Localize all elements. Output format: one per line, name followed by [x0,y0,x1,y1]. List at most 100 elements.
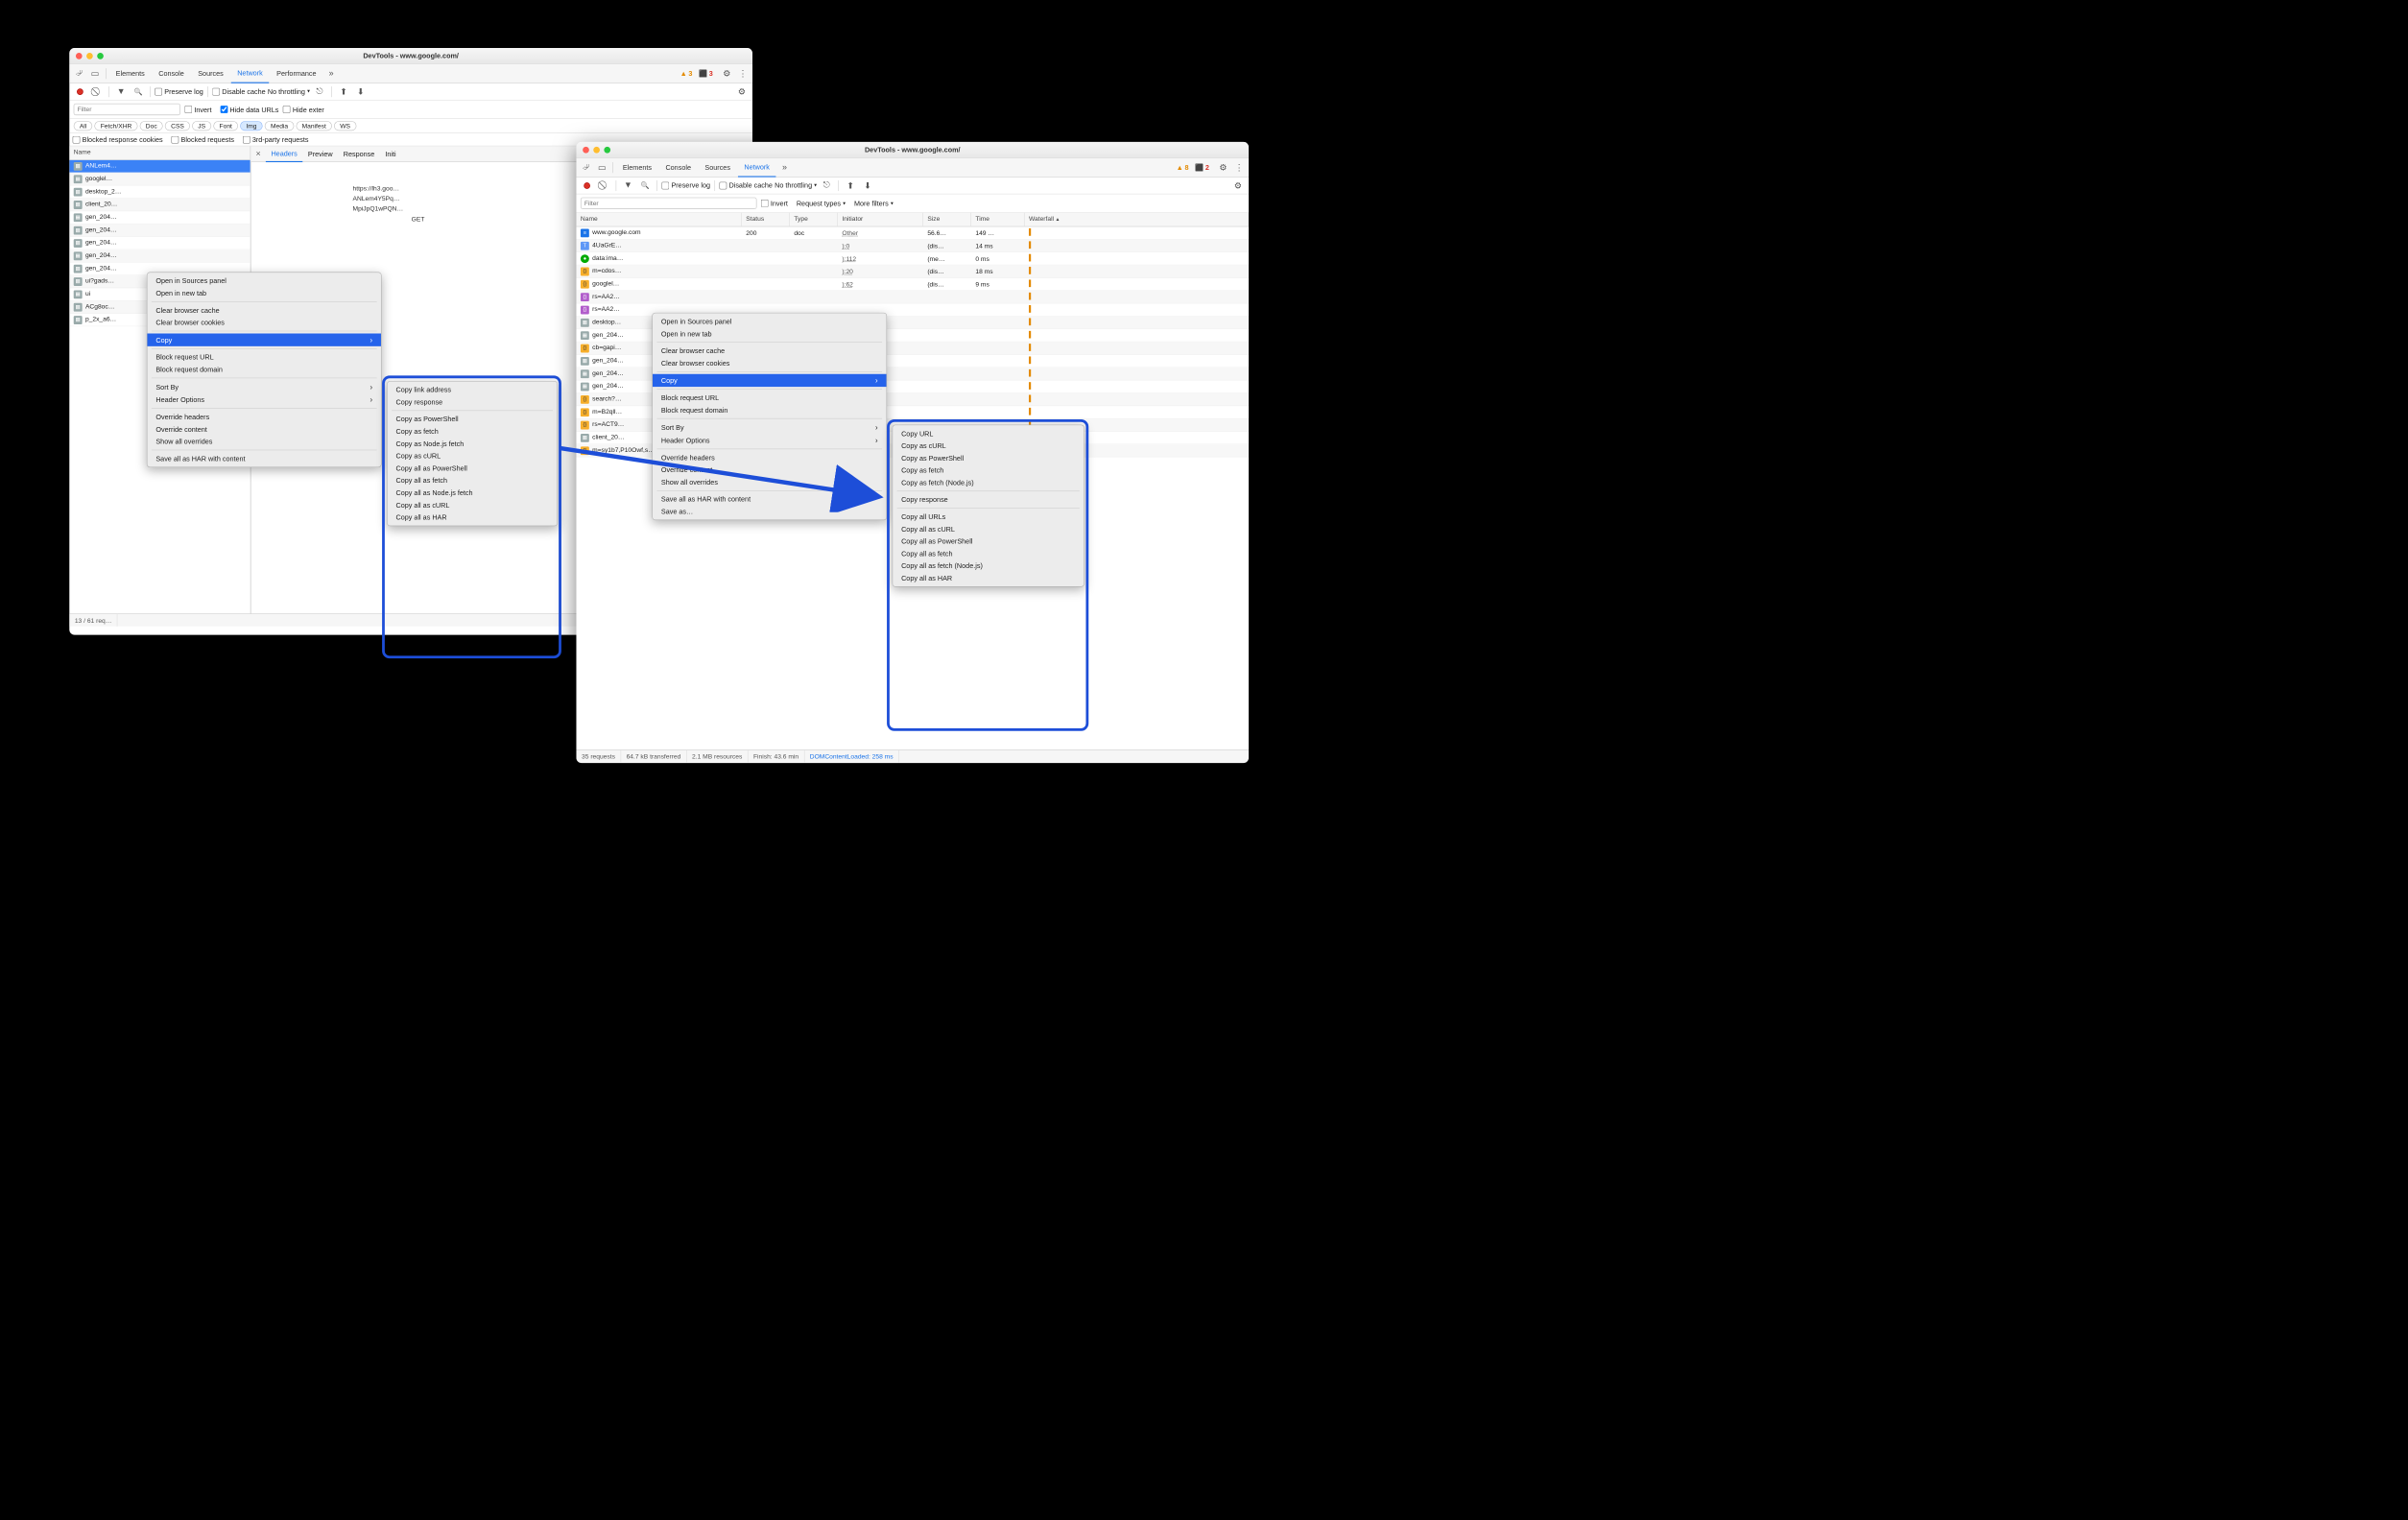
chip-all[interactable]: All [74,121,93,131]
traffic-lights[interactable] [576,147,610,154]
menu-icon[interactable] [735,66,751,82]
col-status[interactable]: Status [742,213,790,226]
chip-font[interactable]: Font [213,121,238,131]
tab-elements[interactable]: Elements [109,63,151,83]
request-row[interactable]: ▦gen_204… [69,249,250,262]
request-row[interactable]: ≡www.google.com 200 doc Other 56.6… 149 … [576,226,1249,239]
preserve-log-checkbox[interactable]: Preserve log [661,181,710,189]
submenu-item[interactable]: Copy all as fetch (Node.js) [893,559,1084,572]
disable-cache-checkbox[interactable]: Disable cache [212,87,265,95]
warnings-badge[interactable]: ▲ 8 [1177,163,1189,171]
download-har-icon[interactable] [860,178,875,193]
close-icon[interactable] [76,53,83,59]
menu-override-headers[interactable]: Override headers [147,411,381,423]
chip-css[interactable]: CSS [165,121,190,131]
menu-clear-cookies[interactable]: Clear browser cookies [653,357,887,369]
traffic-lights[interactable] [69,53,104,59]
inspect-icon[interactable] [579,160,594,176]
tab-console[interactable]: Console [659,157,698,177]
network-conditions-icon[interactable] [312,84,327,100]
blocked-response-cookies-checkbox[interactable]: Blocked response cookies [73,135,163,143]
upload-har-icon[interactable] [843,178,858,193]
menu-override-content[interactable]: Override content [147,423,381,436]
warnings-badge[interactable]: ▲ 3 [680,69,693,77]
filter-icon[interactable]: ▼ [621,178,636,193]
request-row[interactable]: {}googlel… ):62 (dis… 9 ms [576,278,1249,291]
minimize-icon[interactable] [593,147,600,154]
submenu-item[interactable]: Copy all as HAR [388,511,558,524]
menu-save-as[interactable]: Save as… [653,506,887,518]
col-waterfall[interactable]: Waterfall [1025,213,1250,226]
cell-initiator[interactable]: ):62 [838,280,923,288]
subtab-initiator[interactable]: Initi [380,146,401,162]
menu-sort-by[interactable]: Sort By [147,380,381,392]
tab-console[interactable]: Console [153,63,191,83]
submenu-item[interactable]: Copy URL [893,427,1084,439]
network-settings-icon[interactable] [734,84,750,100]
submenu-item[interactable]: Copy link address [388,384,558,396]
menu-block-url[interactable]: Block request URL [147,351,381,364]
submenu-item[interactable]: Copy all as PowerShell [388,462,558,474]
chip-ws[interactable]: WS [334,121,356,131]
submenu-item[interactable]: Copy all as fetch [388,474,558,487]
request-row[interactable]: ▦googlel… [69,173,250,185]
tab-sources[interactable]: Sources [192,63,230,83]
tab-network[interactable]: Network [738,157,776,177]
tab-performance[interactable]: Performance [271,63,323,83]
context-menu-left[interactable]: Open in Sources panel Open in new tab Cl… [147,273,382,467]
request-row[interactable]: ▦gen_204… [69,237,250,249]
submenu-item[interactable]: Copy as cURL [388,450,558,463]
clear-icon[interactable] [597,178,612,193]
submenu-item[interactable]: Copy response [388,396,558,409]
submenu-item[interactable]: Copy all as Node.js fetch [388,487,558,499]
invert-checkbox[interactable]: Invert [761,200,788,207]
close-icon[interactable] [583,147,589,154]
menu-open-new-tab[interactable]: Open in new tab [653,327,887,340]
hide-data-urls-checkbox[interactable]: Hide data URLs [220,106,278,113]
subtab-response[interactable]: Response [338,146,380,162]
menu-block-domain[interactable]: Block request domain [653,404,887,416]
zoom-icon[interactable] [604,147,610,154]
col-size[interactable]: Size [923,213,971,226]
download-har-icon[interactable] [353,84,369,100]
menu-copy[interactable]: Copy [147,334,381,346]
errors-badge[interactable]: ⬛ 3 [699,69,713,78]
more-tabs-icon[interactable] [777,160,793,176]
more-tabs-icon[interactable] [323,66,339,82]
network-conditions-icon[interactable] [819,178,834,193]
record-icon[interactable] [580,178,595,193]
menu-clear-cache[interactable]: Clear browser cache [147,304,381,317]
menu-clear-cookies[interactable]: Clear browser cookies [147,317,381,329]
subtab-headers[interactable]: Headers [266,146,302,162]
menu-block-domain[interactable]: Block request domain [147,364,381,376]
settings-icon[interactable] [719,66,734,82]
copy-submenu-right[interactable]: Copy URLCopy as cURLCopy as PowerShellCo… [893,425,1085,587]
request-row[interactable]: ▦ANLem4… [69,160,250,173]
request-row[interactable]: {}m=cdos… ):20 (dis… 18 ms [576,265,1249,277]
cell-initiator[interactable]: ):112 [838,254,923,262]
menu-override-headers[interactable]: Override headers [653,451,887,463]
device-toggle-icon[interactable] [87,66,103,82]
submenu-item[interactable]: Copy as fetch [893,464,1084,477]
cell-initiator[interactable]: Other [838,229,923,237]
tab-sources[interactable]: Sources [699,157,737,177]
request-row[interactable]: {}rs=AA2… [576,291,1249,303]
cell-initiator[interactable]: ):0 [838,242,923,249]
menu-open-sources[interactable]: Open in Sources panel [147,274,381,287]
submenu-item[interactable]: Copy as cURL [893,439,1084,452]
filter-input[interactable] [581,198,756,209]
request-row[interactable]: ▦gen_204… [69,211,250,224]
col-initiator[interactable]: Initiator [838,213,923,226]
tab-elements[interactable]: Elements [616,157,657,177]
chip-doc[interactable]: Doc [140,121,163,131]
search-icon[interactable] [131,84,146,100]
menu-sort-by[interactable]: Sort By [653,421,887,434]
cell-initiator[interactable]: ):20 [838,268,923,275]
menu-open-sources[interactable]: Open in Sources panel [653,316,887,328]
filter-icon[interactable]: ▼ [113,84,129,100]
menu-copy[interactable]: Copy [653,374,887,387]
submenu-item[interactable]: Copy all URLs [893,511,1084,523]
request-types-dropdown[interactable]: Request types ▾ [797,200,846,207]
col-name[interactable]: Name [576,213,741,226]
menu-icon[interactable] [1231,160,1247,176]
